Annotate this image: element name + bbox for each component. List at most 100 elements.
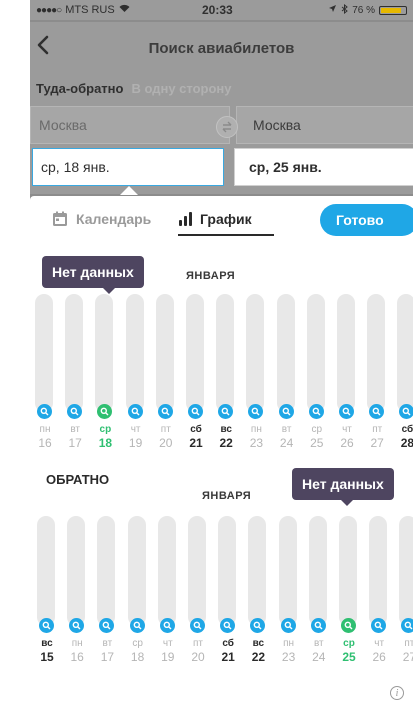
day-bar [339, 516, 357, 626]
day-column[interactable]: чт 19 [123, 294, 149, 459]
battery-icon [379, 5, 407, 15]
tab-chart-label: График [200, 211, 252, 227]
day-column[interactable]: пт 20 [185, 516, 211, 681]
search-icon [67, 404, 83, 419]
weekday-label: пт [160, 424, 171, 435]
tab-calendar[interactable]: Календарь [52, 211, 151, 227]
day-number: 19 [128, 436, 143, 450]
day-column[interactable]: вт 17 [62, 294, 88, 459]
weekday-label: вт [313, 638, 324, 649]
weekday-label: пт [193, 638, 203, 649]
outbound-date-field[interactable]: ср, 18 янв. [32, 148, 224, 186]
day-number: 19 [161, 650, 175, 664]
day-column[interactable]: вс 22 [245, 516, 271, 681]
day-number: 26 [340, 436, 354, 450]
day-number: 27 [370, 436, 384, 450]
return-date-field[interactable]: ср, 25 янв. [234, 148, 413, 186]
day-column[interactable]: чт 26 [334, 294, 360, 459]
day-column[interactable]: пн 23 [243, 294, 269, 459]
day-column[interactable]: вс 15 [34, 516, 60, 681]
weekday-label: ср [99, 424, 112, 435]
cities-row: Москва Москва [30, 104, 413, 148]
carrier-name: MTS RUS [65, 4, 115, 16]
clock: 20:33 [202, 3, 233, 17]
day-column[interactable]: вт 24 [306, 516, 332, 681]
info-icon[interactable]: i [390, 686, 404, 700]
day-bar [367, 294, 386, 412]
day-number: 26 [372, 650, 386, 664]
weekday-label: чт [374, 638, 385, 649]
day-column[interactable]: пт 27 [364, 294, 390, 459]
day-column[interactable]: ср 18 [92, 294, 118, 459]
day-number: 18 [130, 650, 145, 664]
day-number: 24 [279, 436, 294, 450]
search-icon [69, 618, 85, 633]
weekday-label: пт [372, 424, 383, 435]
outbound-days: пн 16 вт 17 ср 18 чт 19 пт 20 сб 21 вс 22 пн 23 вт 24 ср 25… [30, 294, 413, 459]
date-caret [120, 186, 138, 195]
day-column[interactable]: пт 27 [396, 516, 413, 681]
day-bar [218, 516, 237, 626]
day-number: 17 [68, 436, 82, 450]
search-icon [278, 404, 294, 419]
date-picker-panel: Календарь График Готово ЯНВАРЯ пн 16 вт 17 с… [30, 196, 413, 728]
trip-one-way[interactable]: В одну сторону [131, 81, 231, 96]
picker-tabs: Календарь График Готово [30, 196, 413, 244]
day-bar [397, 294, 413, 412]
day-column[interactable]: пн 16 [64, 516, 90, 681]
search-icon [99, 618, 115, 633]
day-number: 17 [100, 650, 115, 664]
day-bar [248, 516, 267, 626]
tab-chart[interactable]: График [178, 211, 252, 227]
day-column[interactable]: вс 22 [213, 294, 239, 459]
swap-cities-button[interactable] [216, 116, 238, 138]
day-column[interactable]: вт 24 [274, 294, 300, 459]
weekday-label: вс [252, 638, 265, 649]
search-icon [280, 618, 296, 633]
day-bar [37, 516, 55, 626]
search-icon [127, 404, 143, 419]
day-number: 20 [159, 436, 173, 450]
search-icon [248, 404, 264, 419]
day-column[interactable]: чт 26 [366, 516, 392, 681]
origin-field[interactable]: Москва [30, 106, 230, 144]
return-title: ОБРАТНО [46, 472, 110, 487]
day-column[interactable]: ср 25 [304, 294, 330, 459]
weekday-label: пн [39, 424, 51, 435]
day-column[interactable]: ср 18 [125, 516, 151, 681]
day-bar [278, 516, 297, 626]
day-column[interactable]: вт 17 [94, 516, 120, 681]
day-column[interactable]: чт 19 [155, 516, 181, 681]
calendar-icon [53, 211, 67, 226]
day-bar [95, 294, 114, 412]
app-frame: ●●●●○ MTS RUS 20:33 76 % Поиск авиабилет… [30, 0, 413, 728]
done-button[interactable]: Готово [320, 204, 413, 236]
day-column[interactable]: сб 28 [394, 294, 413, 459]
day-number: 21 [221, 650, 235, 664]
day-bar [127, 516, 146, 626]
day-column[interactable]: пн 16 [32, 294, 58, 459]
day-number: 15 [40, 650, 54, 664]
weekday-label: сб [222, 638, 234, 649]
search-icon [190, 618, 205, 633]
bar-chart-icon [179, 212, 192, 226]
day-bar [399, 516, 413, 626]
page-title: Поиск авиабилетов [148, 40, 295, 57]
day-column[interactable]: сб 21 [183, 294, 209, 459]
day-number: 28 [400, 436, 413, 450]
day-number: 25 [342, 650, 356, 664]
day-number: 23 [249, 436, 264, 450]
weekday-label: сб [190, 424, 202, 435]
day-column[interactable]: сб 21 [215, 516, 241, 681]
signal-icon: ●●●●○ [36, 4, 62, 16]
search-icon [341, 618, 356, 633]
day-column[interactable]: ср 25 [336, 516, 362, 681]
day-column[interactable]: пт 20 [153, 294, 179, 459]
day-bar [216, 294, 235, 412]
search-icon [157, 404, 173, 419]
day-column[interactable]: пн 23 [276, 516, 302, 681]
trip-round-trip[interactable]: Туда-обратно [36, 81, 123, 96]
battery-percent: 76 % [352, 4, 375, 16]
destination-field[interactable]: Москва [236, 106, 413, 144]
day-number: 23 [281, 650, 296, 664]
